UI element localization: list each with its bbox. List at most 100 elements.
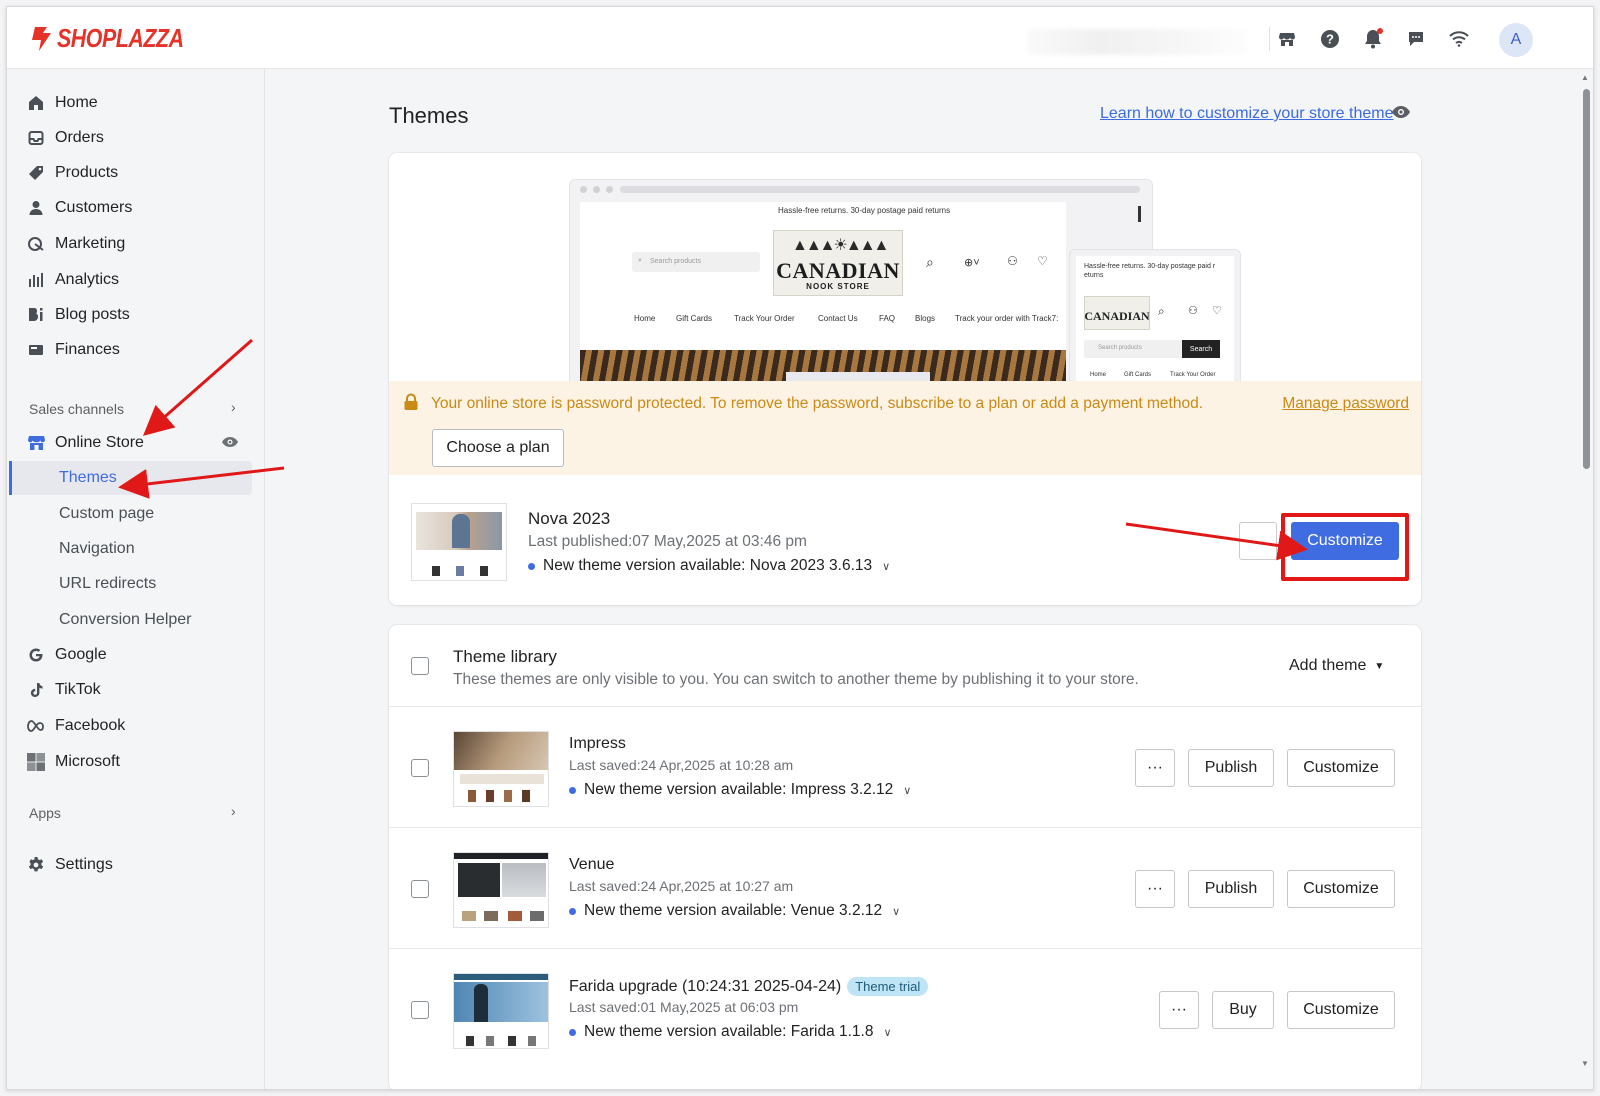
wifi-icon[interactable]	[1447, 27, 1471, 51]
top-bar: SHOPLAZZA ? A	[7, 7, 1593, 69]
publish-button[interactable]: Publish	[1188, 870, 1274, 908]
svg-text:?: ?	[1326, 32, 1334, 47]
mobile-preview: Hassle-free returns. 30-day postage paid…	[1069, 249, 1241, 381]
current-theme-version[interactable]: New theme version available: Nova 2023 3…	[528, 557, 890, 575]
sidebar-item-label: Facebook	[55, 717, 126, 734]
theme-thumbnail	[411, 503, 507, 581]
store-icon[interactable]	[1275, 27, 1299, 51]
help-link[interactable]: Learn how to customize your store theme	[1100, 105, 1393, 123]
user-avatar[interactable]: A	[1499, 23, 1533, 57]
eye-icon[interactable]	[221, 435, 239, 453]
chevron-down-icon: ∨	[903, 784, 912, 797]
theme-saved-date: Last saved:24 Apr,2025 at 10:27 am	[569, 878, 794, 894]
sidebar-item-facebook[interactable]: Facebook	[27, 712, 125, 740]
thumbnail-band	[460, 774, 544, 784]
thumbnail-hero	[502, 863, 546, 897]
sidebar-item-online-store[interactable]: Online Store	[27, 429, 144, 457]
buy-button[interactable]: Buy	[1212, 991, 1274, 1029]
tiktok-icon	[27, 681, 45, 699]
sidebar-item-orders[interactable]: Orders	[27, 124, 104, 152]
add-theme-dropdown[interactable]: Add theme ▼	[1289, 657, 1384, 675]
mobile-announcement: Hassle-free returns. 30-day postage paid…	[1084, 263, 1216, 279]
version-text: New theme version available: Nova 2023 3…	[543, 557, 873, 574]
customize-button[interactable]: Customize	[1287, 991, 1395, 1029]
theme-version[interactable]: New theme version available: Farida 1.1.…	[569, 1023, 892, 1041]
store-search-placeholder: Search products	[650, 258, 701, 265]
theme-row-farida: Farida upgrade (10:24:31 2025-04-24) The…	[389, 949, 1421, 1070]
sidebar-item-marketing[interactable]: Marketing	[27, 230, 125, 258]
sidebar-item-navigation[interactable]: Navigation	[59, 540, 135, 558]
sidebar: Home Orders Products Customers Marketing…	[7, 69, 265, 1089]
sidebar-item-customers[interactable]: Customers	[27, 194, 132, 222]
sidebar-item-url-redirects[interactable]: URL redirects	[59, 575, 156, 593]
theme-thumbnail	[453, 852, 549, 928]
sidebar-item-label: TikTok	[55, 681, 101, 698]
bar-chart-icon	[27, 271, 45, 289]
sidebar-item-home[interactable]: Home	[27, 89, 98, 117]
sidebar-item-label: Customers	[55, 199, 133, 216]
manage-password-link[interactable]: Manage password	[1282, 395, 1409, 413]
scroll-up-arrow[interactable]: ▲	[1581, 73, 1589, 82]
scrollbar-thumb[interactable]	[1583, 89, 1590, 469]
sidebar-item-label: Orders	[55, 129, 104, 146]
store-nav-item: Home	[634, 314, 656, 323]
sidebar-item-microsoft[interactable]: Microsoft	[27, 748, 120, 776]
select-all-checkbox[interactable]	[411, 657, 429, 675]
logo-sub: NOOK STORE	[806, 282, 870, 291]
sidebar-item-products[interactable]: Products	[27, 159, 118, 187]
mobile-search-box: Search products	[1084, 340, 1184, 358]
thumbnail-product	[468, 790, 476, 802]
store-nav-item: Gift Cards	[676, 314, 713, 323]
theme-row-impress: Impress Last saved:24 Apr,2025 at 10:28 …	[389, 707, 1421, 828]
sidebar-item-label: Google	[55, 646, 107, 663]
theme-version[interactable]: New theme version available: Venue 3.2.1…	[569, 902, 900, 920]
shoplazza-logo[interactable]: SHOPLAZZA	[29, 23, 211, 54]
more-actions-button[interactable]: ···	[1135, 870, 1175, 908]
theme-preview[interactable]: Hassle-free returns. 30-day postage paid…	[389, 153, 1421, 381]
more-actions-button[interactable]: ···	[1135, 749, 1175, 787]
theme-version[interactable]: New theme version available: Impress 3.2…	[569, 781, 911, 799]
sidebar-item-themes[interactable]: Themes	[59, 469, 117, 487]
sidebar-item-label: Microsoft	[55, 753, 120, 770]
sidebar-item-blog-posts[interactable]: Blog posts	[27, 301, 130, 329]
row-checkbox[interactable]	[411, 759, 429, 777]
sidebar-item-custom-page[interactable]: Custom page	[59, 505, 154, 523]
sidebar-item-tiktok[interactable]: TikTok	[27, 676, 101, 704]
browser-url-bar	[620, 186, 1140, 193]
sidebar-item-google[interactable]: Google	[27, 641, 107, 669]
customize-button[interactable]: Customize	[1291, 522, 1399, 560]
sidebar-item-finances[interactable]: Finances	[27, 336, 120, 364]
publish-button[interactable]: Publish	[1188, 749, 1274, 787]
update-dot	[569, 1028, 576, 1036]
more-actions-button[interactable]	[1239, 522, 1277, 560]
sidebar-item-conversion-helper[interactable]: Conversion Helper	[59, 611, 192, 629]
chevron-down-icon: ∨	[892, 905, 901, 918]
choose-plan-button[interactable]: Choose a plan	[432, 429, 564, 467]
more-actions-button[interactable]: ···	[1159, 991, 1199, 1029]
meta-icon	[27, 717, 45, 735]
row-checkbox[interactable]	[411, 1001, 429, 1019]
bell-icon[interactable]	[1361, 27, 1385, 51]
mobile-nav-item: Gift Cards	[1124, 372, 1152, 378]
chevron-right-icon[interactable]: ›	[231, 399, 236, 415]
pine-trees-icon: ▲▲▲☀▲▲▲	[792, 237, 889, 254]
browser-dot	[593, 186, 600, 193]
chat-icon[interactable]	[1404, 27, 1428, 51]
theme-saved-date: Last saved:01 May,2025 at 06:03 pm	[569, 999, 799, 1015]
row-checkbox[interactable]	[411, 880, 429, 898]
chevron-right-icon[interactable]: ›	[231, 803, 236, 819]
sidebar-item-analytics[interactable]: Analytics	[27, 266, 119, 294]
sidebar-item-label: Home	[55, 94, 98, 111]
theme-name: Venue	[569, 856, 614, 874]
help-icon[interactable]: ?	[1318, 27, 1342, 51]
sidebar-item-label: Products	[55, 164, 119, 181]
sidebar-item-settings[interactable]: Settings	[27, 851, 113, 879]
online-store-label: Online Store	[55, 434, 144, 451]
store-nav-item: Blogs	[915, 314, 936, 323]
customize-button[interactable]: Customize	[1287, 749, 1395, 787]
customize-button[interactable]: Customize	[1287, 870, 1395, 908]
eye-icon[interactable]	[1391, 105, 1411, 124]
redacted-store-name	[1027, 29, 1247, 55]
scroll-down-arrow[interactable]: ▼	[1581, 1059, 1589, 1068]
update-dot	[569, 907, 576, 915]
